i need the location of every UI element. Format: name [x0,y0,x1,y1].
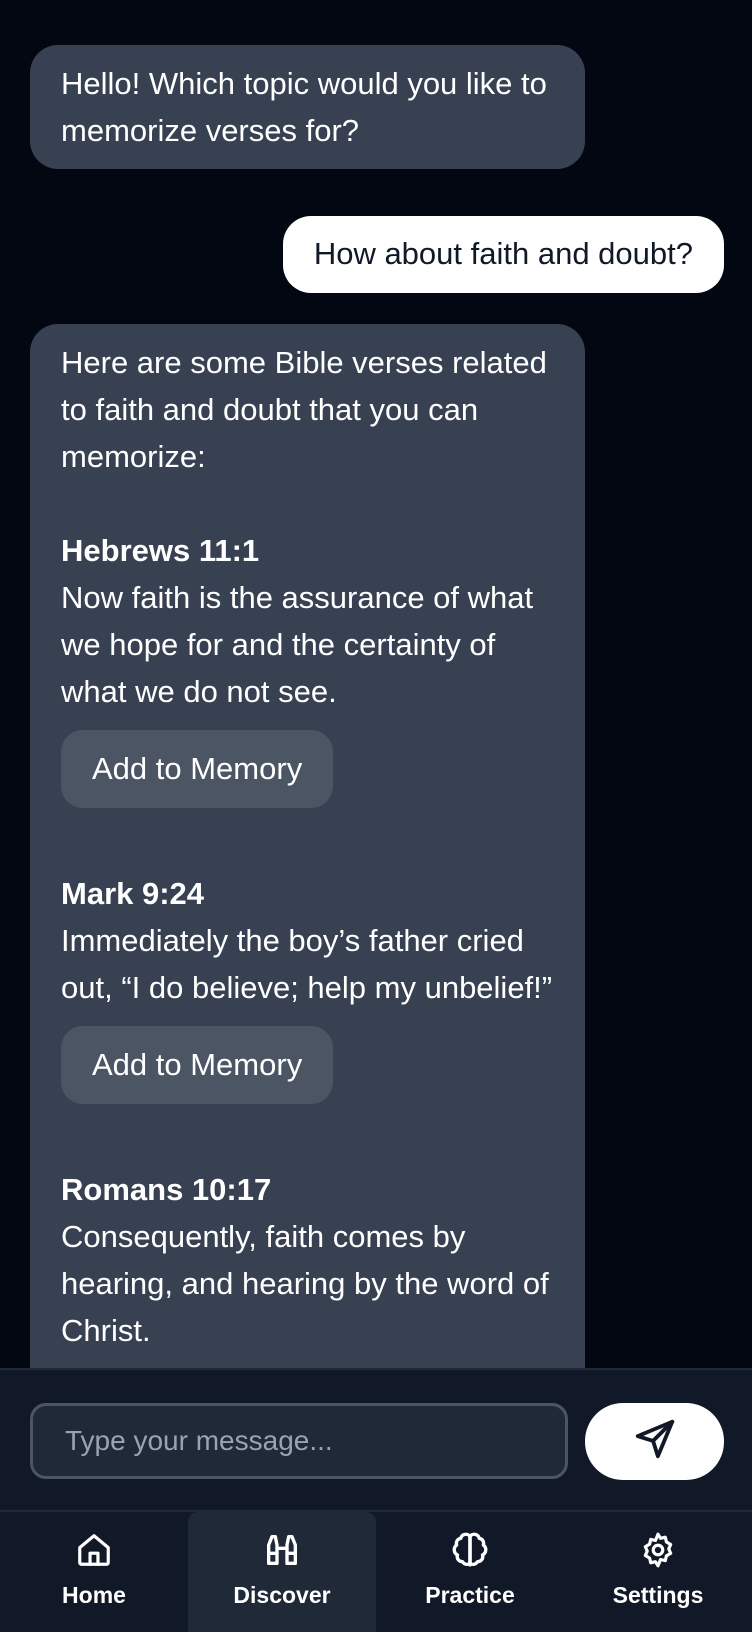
send-icon [632,1416,678,1467]
verse-reference: Romans 10:17 [61,1172,272,1207]
add-to-memory-button[interactable]: Add to Memory [61,1026,334,1104]
nav-item-discover[interactable]: Discover [188,1512,376,1632]
nav-item-settings[interactable]: Settings [564,1512,752,1632]
message-composer [0,1368,752,1510]
bot-greeting-bubble: Hello! Which topic would you like to mem… [30,45,585,169]
send-button[interactable] [585,1403,724,1480]
add-to-memory-button[interactable]: Add to Memory [61,730,334,808]
user-message-bubble: How about faith and doubt? [282,216,724,293]
answer-intro: Here are some Bible verses related to fa… [61,345,547,474]
bot-answer-bubble: Here are some Bible verses related to fa… [30,324,585,1368]
bot-greeting-text: Hello! Which topic would you like to mem… [61,66,547,148]
brain-icon [450,1530,490,1570]
verse-text: Immediately the boy’s father cried out, … [61,923,553,1005]
user-message-text: How about faith and doubt? [313,236,693,271]
gear-icon [639,1530,677,1570]
verse-text: Consequently, faith comes by hearing, an… [61,1219,549,1348]
binoculars-icon [262,1530,302,1570]
chat-area: Hello! Which topic would you like to mem… [0,0,752,1368]
home-icon [75,1530,113,1570]
nav-label-practice: Practice [425,1582,515,1608]
nav-label-home: Home [62,1582,126,1608]
verse-reference: Mark 9:24 [61,876,205,911]
nav-label-settings: Settings [612,1582,704,1608]
nav-item-home[interactable]: Home [0,1512,188,1632]
message-input[interactable] [30,1403,568,1479]
nav-item-practice[interactable]: Practice [376,1512,564,1632]
verse-text: Now faith is the assurance of what we ho… [61,580,534,709]
nav-label-discover: Discover [233,1582,331,1608]
verse-reference: Hebrews 11:1 [61,533,260,568]
bottom-nav: Home Discover Practice Settings [0,1510,752,1632]
